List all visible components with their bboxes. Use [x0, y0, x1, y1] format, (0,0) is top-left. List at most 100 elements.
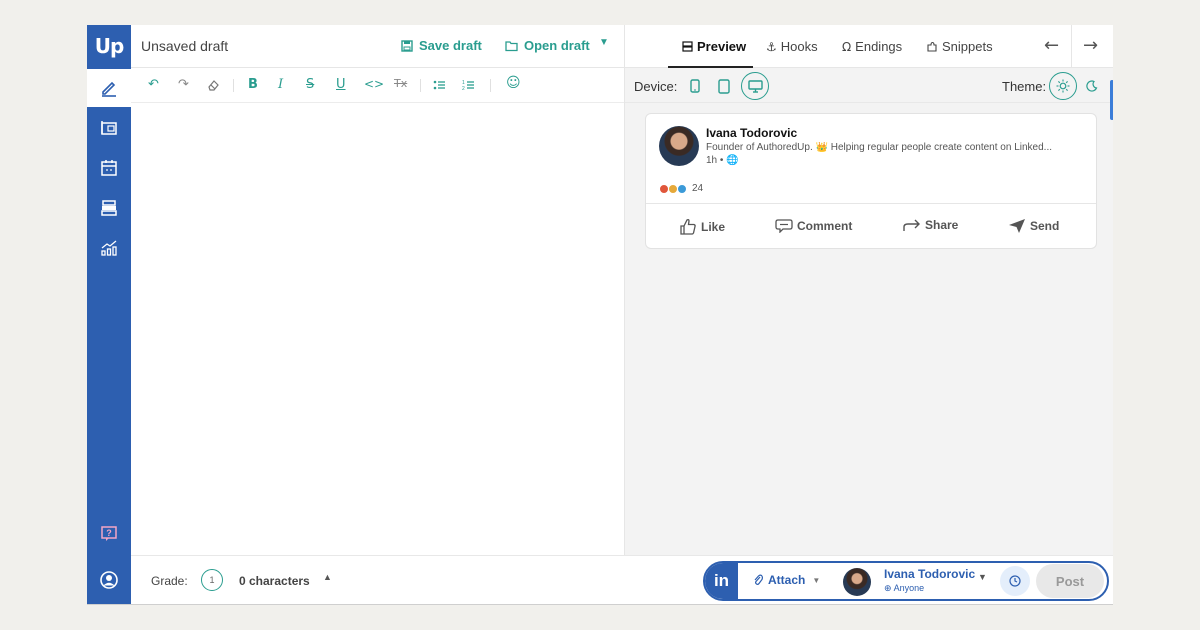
device-desktop-button[interactable]: [741, 72, 769, 100]
sun-icon: [1056, 79, 1070, 93]
avatar: [659, 126, 699, 166]
archive-icon: [101, 200, 117, 216]
bold-icon[interactable]: B: [248, 77, 258, 92]
sidebar-item-calendar[interactable]: [87, 149, 131, 187]
tab-endings[interactable]: Ω Endings: [842, 39, 902, 54]
device-tablet-button[interactable]: [712, 74, 736, 98]
svg-text:2: 2: [462, 86, 465, 91]
sidebar-item-profile[interactable]: [87, 561, 131, 599]
undo-icon[interactable]: ↶: [148, 77, 159, 92]
attach-button[interactable]: Attach ▼: [753, 573, 820, 587]
redo-icon[interactable]: ↷: [178, 77, 189, 92]
send-action: Send: [1008, 218, 1059, 234]
tab-endings-label: Endings: [855, 39, 903, 54]
draft-title[interactable]: Unsaved draft: [141, 38, 228, 54]
save-draft-label: Save draft: [419, 38, 482, 53]
underline-icon[interactable]: U: [336, 77, 346, 92]
like-action: Like: [679, 218, 725, 235]
sidebar-item-archive[interactable]: [87, 189, 131, 227]
sidebar-item-help[interactable]: ?: [87, 515, 131, 553]
moon-icon: [1086, 80, 1098, 92]
svg-text:?: ?: [106, 528, 112, 538]
chevron-down-icon[interactable]: ▼: [599, 37, 609, 48]
linkedin-post-card: Ivana Todorovic Founder of AuthoredUp. 👑…: [645, 113, 1097, 249]
code-icon[interactable]: <>: [364, 77, 384, 91]
device-bar: Device: Theme:: [625, 68, 1113, 103]
share-label: Share: [925, 218, 959, 232]
sidebar-item-analytics[interactable]: [87, 229, 131, 267]
emoji-icon[interactable]: ☺: [506, 75, 521, 91]
post-button[interactable]: Post: [1036, 564, 1104, 598]
pencil-icon: [102, 81, 116, 97]
divider: [646, 203, 1096, 204]
globe-icon: ⊕: [884, 584, 892, 594]
app-window: Up ? Unsaved draft Save draft Open draft…: [87, 25, 1113, 605]
back-arrow-icon[interactable]: ←: [1044, 35, 1059, 56]
tab-hooks-label: Hooks: [780, 39, 818, 54]
account-visibility[interactable]: ⊕ Anyone: [884, 583, 924, 594]
post-editor[interactable]: [131, 103, 624, 555]
divider: [233, 79, 234, 92]
preview-icon: [682, 41, 693, 52]
clock-icon: [1009, 575, 1021, 587]
theme-dark-button[interactable]: [1080, 74, 1104, 98]
help-icon: ?: [101, 526, 117, 541]
comment-label: Comment: [797, 218, 853, 233]
tab-snippets[interactable]: Snippets: [926, 39, 993, 54]
grade-indicator[interactable]: 1: [201, 569, 223, 591]
grade-label: Grade:: [151, 574, 188, 588]
chevron-up-icon[interactable]: ▲: [323, 572, 332, 582]
clear-format-icon[interactable]: Tx: [394, 77, 407, 90]
format-toolbar: ↶ ↷ B I S U <> Tx 12 ☺: [131, 68, 624, 103]
send-icon: [1009, 219, 1025, 233]
save-icon: [401, 39, 413, 52]
comment-action: Comment: [775, 218, 852, 233]
omega-icon: Ω: [842, 39, 852, 54]
open-draft-label: Open draft: [524, 38, 590, 53]
folder-icon: [505, 40, 518, 51]
like-label: Like: [701, 219, 726, 234]
library-icon: [101, 121, 117, 135]
account-avatar: [843, 568, 871, 596]
send-label: Send: [1030, 219, 1060, 233]
device-mobile-button[interactable]: [683, 74, 707, 98]
save-draft-button[interactable]: Save draft: [401, 38, 482, 53]
divider: [1071, 25, 1072, 68]
analytics-icon: [101, 240, 117, 256]
desktop-icon: [747, 79, 763, 93]
device-label: Device:: [634, 79, 678, 94]
app-logo[interactable]: Up: [87, 25, 131, 67]
tab-hooks[interactable]: ⚓ Hooks: [766, 39, 818, 54]
bullet-list-icon[interactable]: [433, 79, 446, 91]
scrollbar[interactable]: [1110, 80, 1113, 120]
account-name[interactable]: Ivana Todorovic: [884, 567, 975, 581]
post-meta: 1h • 🌐: [706, 155, 739, 166]
visibility-label: Anyone: [893, 583, 925, 593]
preview-pane: Device: Theme: Ivana Todorovic Founder o…: [624, 68, 1113, 555]
forward-arrow-icon[interactable]: →: [1083, 35, 1098, 56]
post-author-headline: Founder of AuthoredUp. 👑 Helping regular…: [706, 142, 1053, 153]
sidebar-item-editor[interactable]: [87, 69, 131, 107]
tab-preview[interactable]: Preview: [682, 39, 746, 54]
eraser-icon[interactable]: [207, 79, 220, 91]
share-action: Share: [903, 218, 958, 232]
schedule-button[interactable]: [1000, 566, 1030, 596]
italic-icon[interactable]: I: [278, 77, 283, 92]
theme-label: Theme:: [1002, 79, 1047, 94]
linkedin-icon[interactable]: in: [705, 563, 738, 599]
post-author-name: Ivana Todorovic: [706, 126, 798, 140]
chevron-down-icon[interactable]: ▼: [978, 572, 987, 582]
reaction-count: 24: [692, 183, 704, 194]
open-draft-button[interactable]: Open draft: [505, 38, 590, 53]
attach-label: Attach: [768, 573, 806, 587]
divider: [624, 25, 625, 68]
divider: [420, 79, 421, 92]
numbered-list-icon[interactable]: 12: [462, 79, 475, 91]
reaction-summary: 24: [659, 183, 703, 194]
anchor-icon: ⚓: [766, 39, 777, 54]
publish-box: in Attach ▼ Ivana Todorovic ⊕ Anyone ▼ P…: [703, 561, 1109, 601]
strikethrough-icon[interactable]: S: [306, 77, 314, 92]
theme-light-button[interactable]: [1049, 72, 1077, 100]
sidebar-item-library[interactable]: [87, 109, 131, 147]
puzzle-icon: [927, 41, 937, 52]
